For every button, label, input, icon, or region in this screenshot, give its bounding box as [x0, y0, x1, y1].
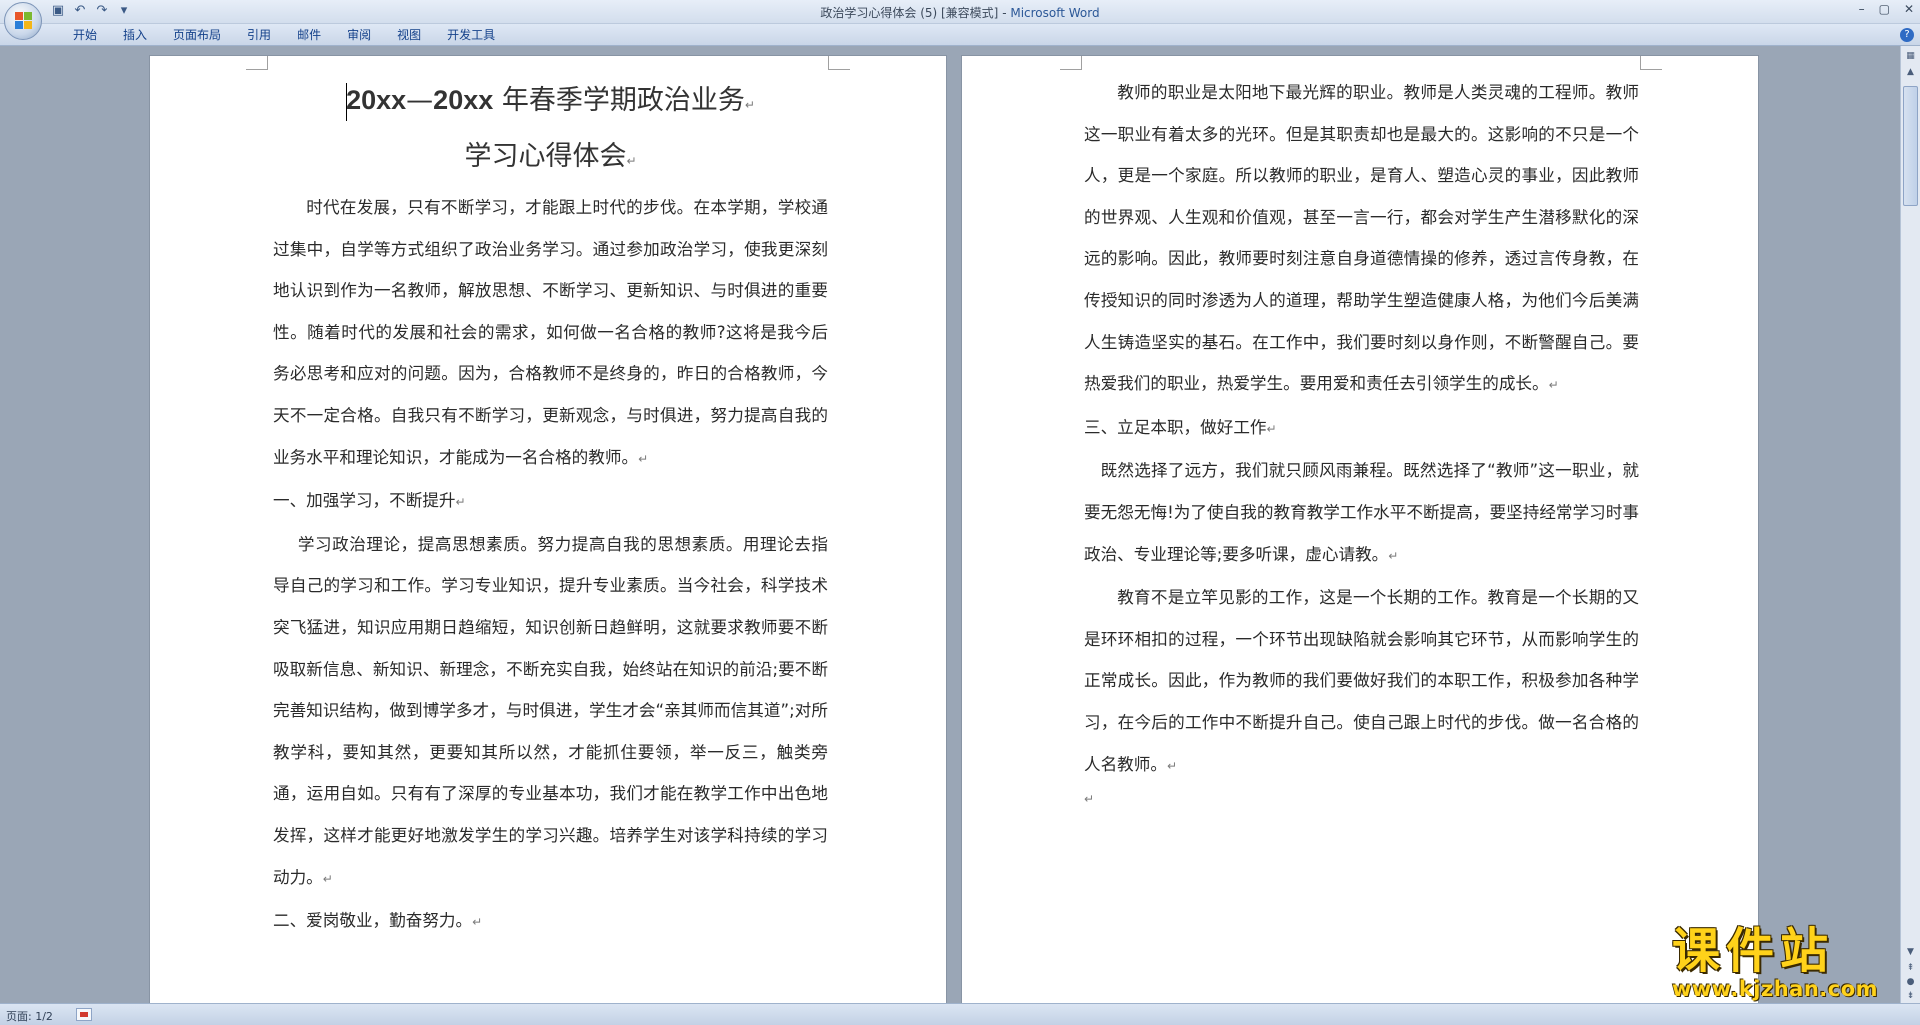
heading-2-text: 二、爱岗敬业，勤奋努力。 [273, 911, 473, 931]
section-heading-3: 三、立足本职，做好工作↵ [1084, 407, 1639, 451]
help-icon[interactable]: ? [1900, 28, 1914, 42]
title-line2-text: 学习心得体会 [464, 141, 627, 172]
ruler-toggle-icon[interactable]: ▦ [1904, 50, 1917, 62]
intro-paragraph: 时代在发展，只有不断学习，才能跟上时代的步伐。在本学期，学校通过集中，自学等方式… [273, 187, 828, 480]
empty-paragraph: ↵ [1084, 787, 1639, 810]
window-title: 政治学习心得体会 (5) [兼容模式] - Microsoft Word [0, 4, 1920, 21]
tab-home[interactable]: 开始 [60, 27, 110, 43]
page-1-content[interactable]: 20xx—20xx 年春季学期政治业务↵ 学习心得体会↵ 时代在发展，只有不断学… [273, 74, 828, 944]
tab-review[interactable]: 审阅 [334, 27, 384, 43]
title-year-start: 20xx [346, 85, 407, 115]
paragraph-mark: ↵ [1266, 421, 1277, 436]
section-2-paragraph: 教师的职业是太阳地下最光辉的职业。教师是人类灵魂的工程师。教师这一职业有着太多的… [1084, 72, 1639, 407]
heading-1-text: 一、加强学习，不断提升 [273, 491, 456, 511]
title-bar: ▣ ↶ ↷ ▾ 政治学习心得体会 (5) [兼容模式] - Microsoft … [0, 0, 1920, 24]
tab-developer[interactable]: 开发工具 [434, 27, 508, 43]
margin-corner-marker [246, 56, 268, 70]
page-indicator[interactable]: 页面: 1/2 [6, 1008, 53, 1024]
title-year-end: 20xx [433, 85, 494, 115]
document-title-line2: 学习心得体会↵ [273, 131, 828, 187]
tab-insert[interactable]: 插入 [110, 27, 160, 43]
closing-text: 教育不是立竿见影的工作，这是一个长期的工作。教育是一个长期的又是环环相扣的过程，… [1084, 588, 1639, 774]
document-workspace[interactable]: 20xx—20xx 年春季学期政治业务↵ 学习心得体会↵ 时代在发展，只有不断学… [0, 46, 1900, 1003]
watermark-logo: 课件站 www.kjzhan.com [1672, 925, 1908, 1003]
application-name: Microsoft Word [1010, 6, 1100, 20]
paragraph-mark: ↵ [1084, 792, 1095, 807]
ribbon-tabs: 开始 插入 页面布局 引用 邮件 审阅 视图 开发工具 [60, 27, 508, 43]
scroll-up-icon[interactable]: ▲ [1904, 66, 1917, 78]
margin-corner-marker [828, 56, 850, 70]
section-1-text: 学习政治理论，提高思想素质。努力提高自我的思想素质。用理论去指导自己的学习和工作… [273, 534, 828, 887]
section-3-paragraph: 既然选择了远方，我们就只顾风雨兼程。既然选择了“教师”这一职业，就要无怨无悔!为… [1084, 450, 1639, 577]
status-bar: 页面: 1/2 [0, 1003, 1920, 1025]
document-title-line1: 20xx—20xx 年春季学期政治业务↵ [273, 74, 828, 131]
heading-3-text: 三、立足本职，做好工作 [1084, 417, 1267, 437]
paragraph-mark: ↵ [472, 915, 483, 930]
tab-references[interactable]: 引用 [234, 27, 284, 43]
ribbon: 开始 插入 页面布局 引用 邮件 审阅 视图 开发工具 ? [0, 24, 1920, 46]
office-button[interactable] [4, 2, 42, 40]
paragraph-mark: ↵ [626, 154, 637, 168]
title-separator: - [998, 6, 1011, 20]
paragraph-mark: ↵ [744, 98, 755, 112]
window-controls: – ▢ ✕ [1859, 2, 1914, 16]
document-name: 政治学习心得体会 (5) [兼容模式] [820, 6, 999, 20]
paragraph-mark: ↵ [638, 451, 649, 466]
scroll-thumb[interactable] [1903, 86, 1918, 206]
title-dash: — [406, 85, 434, 116]
section-3-text: 既然选择了远方，我们就只顾风雨兼程。既然选择了“教师”这一职业，就要无怨无悔!为… [1084, 461, 1639, 564]
close-button[interactable]: ✕ [1904, 2, 1914, 16]
paragraph-mark: ↵ [455, 495, 466, 510]
page-2-content[interactable]: 教师的职业是太阳地下最光辉的职业。教师是人类灵魂的工程师。教师这一职业有着太多的… [1084, 72, 1639, 810]
page-2[interactable]: 教师的职业是太阳地下最光辉的职业。教师是人类灵魂的工程师。教师这一职业有着太多的… [962, 56, 1758, 1003]
intro-text: 时代在发展，只有不断学习，才能跟上时代的步伐。在本学期，学校通过集中，自学等方式… [273, 198, 828, 467]
tab-mailings[interactable]: 邮件 [284, 27, 334, 43]
section-2-text: 教师的职业是太阳地下最光辉的职业。教师是人类灵魂的工程师。教师这一职业有着太多的… [1084, 83, 1639, 394]
section-heading-1: 一、加强学习，不断提升↵ [273, 480, 828, 524]
margin-corner-marker [1060, 56, 1082, 70]
paragraph-mark: ↵ [1388, 548, 1399, 563]
minimize-button[interactable]: – [1859, 2, 1865, 16]
watermark-url: www.kjzhan.com [1672, 977, 1879, 1001]
section-heading-2: 二、爱岗敬业，勤奋努力。↵ [273, 900, 828, 944]
paragraph-mark: ↵ [1548, 378, 1559, 393]
tab-page-layout[interactable]: 页面布局 [160, 27, 234, 43]
page-1[interactable]: 20xx—20xx 年春季学期政治业务↵ 学习心得体会↵ 时代在发展，只有不断学… [150, 56, 946, 1003]
proofing-icon[interactable] [76, 1008, 92, 1021]
maximize-button[interactable]: ▢ [1879, 2, 1890, 16]
section-1-paragraph: 学习政治理论，提高思想素质。努力提高自我的思想素质。用理论去指导自己的学习和工作… [273, 524, 828, 900]
paragraph-mark: ↵ [1166, 758, 1178, 773]
paragraph-mark: ↵ [322, 871, 333, 886]
watermark-chinese: 课件站 [1672, 923, 1835, 979]
tab-view[interactable]: 视图 [384, 27, 434, 43]
closing-paragraph: 教育不是立竿见影的工作，这是一个长期的工作。教育是一个长期的又是环环相扣的过程，… [1084, 577, 1639, 787]
vertical-scrollbar[interactable]: ▦ ▲ ▼ ⇞ ● ⇟ [1900, 46, 1920, 1003]
office-logo-icon [15, 12, 33, 30]
margin-corner-marker [1640, 56, 1662, 70]
title-text: 年春季学期政治业务 [493, 85, 745, 116]
